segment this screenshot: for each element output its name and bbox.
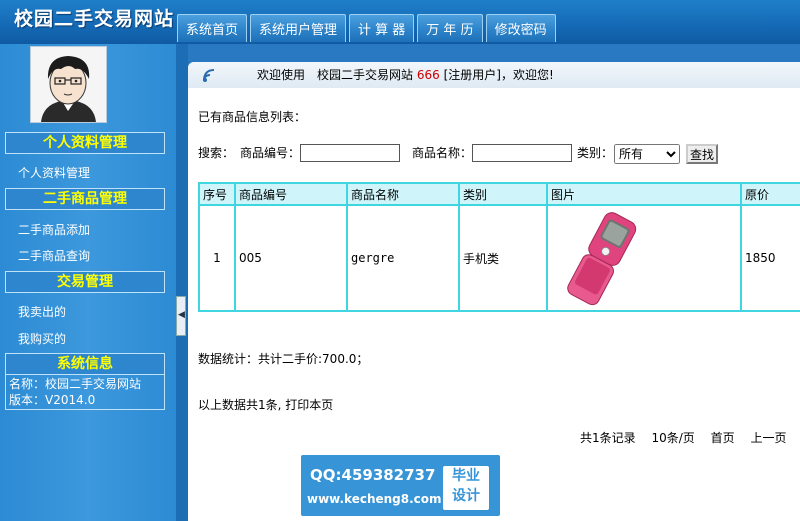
section-header-trade: 交易管理 bbox=[5, 271, 165, 293]
phone-image[interactable] bbox=[551, 208, 651, 308]
search-label: 搜索： bbox=[198, 146, 235, 160]
header-name: 商品名称 bbox=[346, 182, 460, 206]
search-button[interactable]: 查找 bbox=[686, 144, 719, 164]
welcome-bar: 欢迎使用 校园二手交易网站 666 [注册用户]，欢迎您! bbox=[188, 62, 800, 88]
site-title: 校园二手交易网站 bbox=[14, 8, 175, 30]
signal-icon bbox=[203, 69, 215, 82]
category-select[interactable]: 所有 bbox=[614, 144, 680, 164]
section-header-profile: 个人资料管理 bbox=[5, 132, 165, 154]
sidebar-item-goods-query[interactable]: 二手商品查询 bbox=[18, 247, 90, 264]
header-category: 类别 bbox=[458, 182, 548, 206]
tab-calculator[interactable]: 计 算 器 bbox=[349, 14, 415, 42]
tab-change-password[interactable]: 修改密码 bbox=[485, 14, 556, 42]
system-version: 版本：V2014.0 bbox=[9, 393, 96, 407]
pager-per-page: 10条/页 bbox=[651, 431, 695, 445]
table-row: 1 005 gergre 手机类 1850 bbox=[198, 204, 800, 312]
collapse-sidebar-button[interactable]: ◀ bbox=[176, 296, 186, 336]
splitter bbox=[176, 44, 188, 521]
table-header-row: 序号 商品编号 商品名称 类别 图片 原价 bbox=[198, 182, 800, 206]
arrow-left-icon: ◀ bbox=[178, 310, 185, 320]
cell-price: 1850 bbox=[740, 204, 800, 312]
list-title: 已有商品信息列表： bbox=[198, 110, 307, 124]
main-area: 欢迎使用 校园二手交易网站 666 [注册用户]，欢迎您! 已有商品信息列表： … bbox=[188, 44, 800, 521]
top-nav: 系统首页 系统用户管理 计 算 器 万 年 历 修改密码 bbox=[177, 14, 559, 44]
category-label: 类别： bbox=[577, 146, 614, 160]
code-input[interactable] bbox=[300, 144, 400, 162]
cell-category: 手机类 bbox=[458, 204, 548, 312]
sidebar-item-sold[interactable]: 我卖出的 bbox=[18, 303, 66, 320]
sidebar-item-bought[interactable]: 我购买的 bbox=[18, 330, 66, 347]
pager-prev[interactable]: 上一页 bbox=[750, 431, 786, 445]
sidebar-item-goods-add[interactable]: 二手商品添加 bbox=[18, 221, 90, 238]
watermark-qq: QQ:459382737 bbox=[310, 466, 436, 484]
watermark-url: www.kecheng8.com bbox=[307, 492, 442, 506]
pager: 共1条记录 10条/页 首页 上一页 下一 bbox=[580, 429, 800, 446]
header-price: 原价 bbox=[740, 182, 800, 206]
sidebar-item-profile[interactable]: 个人资料管理 bbox=[18, 164, 90, 181]
watermark: QQ:459382737 www.kecheng8.com 毕业 设计 bbox=[301, 455, 500, 516]
stats-text: 数据统计：共计二手价:700.0； bbox=[198, 352, 369, 366]
section-header-goods: 二手商品管理 bbox=[5, 188, 165, 210]
welcome-prefix: 欢迎使用 校园二手交易网站 bbox=[257, 68, 414, 82]
tab-home[interactable]: 系统首页 bbox=[177, 14, 248, 42]
pager-first[interactable]: 首页 bbox=[711, 431, 735, 445]
content-panel: 欢迎使用 校园二手交易网站 666 [注册用户]，欢迎您! 已有商品信息列表： … bbox=[188, 62, 800, 521]
tab-calendar[interactable]: 万 年 历 bbox=[417, 14, 483, 42]
pager-total: 共1条记录 bbox=[580, 431, 636, 445]
search-row: 搜索： 商品编号： 商品名称： 类别： 所有 查找 bbox=[198, 144, 798, 164]
cell-image bbox=[546, 204, 742, 312]
cell-code: 005 bbox=[234, 204, 348, 312]
welcome-text: 欢迎使用 校园二手交易网站 666 [注册用户]，欢迎您! bbox=[257, 62, 554, 88]
welcome-suffix: [注册用户]，欢迎您! bbox=[443, 68, 554, 82]
print-note: 以上数据共1条, 打印本页 bbox=[198, 398, 334, 412]
header-image: 图片 bbox=[546, 182, 742, 206]
cell-index: 1 bbox=[198, 204, 236, 312]
avatar bbox=[30, 46, 107, 123]
section-header-sysinfo: 系统信息 bbox=[5, 353, 165, 375]
cell-name: gergre bbox=[346, 204, 460, 312]
goods-table: 序号 商品编号 商品名称 类别 图片 原价 1 005 gergre 手机类 1… bbox=[198, 182, 800, 312]
name-input[interactable] bbox=[472, 144, 572, 162]
watermark-badge-line1: 毕业 bbox=[452, 468, 480, 484]
top-banner: 校园二手交易网站 系统首页 系统用户管理 计 算 器 万 年 历 修改密码 bbox=[0, 0, 800, 44]
username: 666 bbox=[416, 68, 440, 82]
name-label: 商品名称： bbox=[412, 146, 473, 160]
header-code: 商品编号 bbox=[234, 182, 348, 206]
watermark-badge-line2: 设计 bbox=[452, 488, 480, 504]
code-label: 商品编号： bbox=[240, 146, 301, 160]
system-info: 名称：校园二手交易网站 版本：V2014.0 bbox=[5, 374, 165, 410]
header-index: 序号 bbox=[198, 182, 236, 206]
watermark-badge: 毕业 设计 bbox=[443, 466, 489, 510]
sidebar: 个人资料管理 个人资料管理 二手商品管理 二手商品添加 二手商品查询 交易管理 … bbox=[0, 44, 176, 521]
system-name: 名称：校园二手交易网站 bbox=[9, 377, 142, 391]
tab-user-management[interactable]: 系统用户管理 bbox=[250, 14, 347, 42]
